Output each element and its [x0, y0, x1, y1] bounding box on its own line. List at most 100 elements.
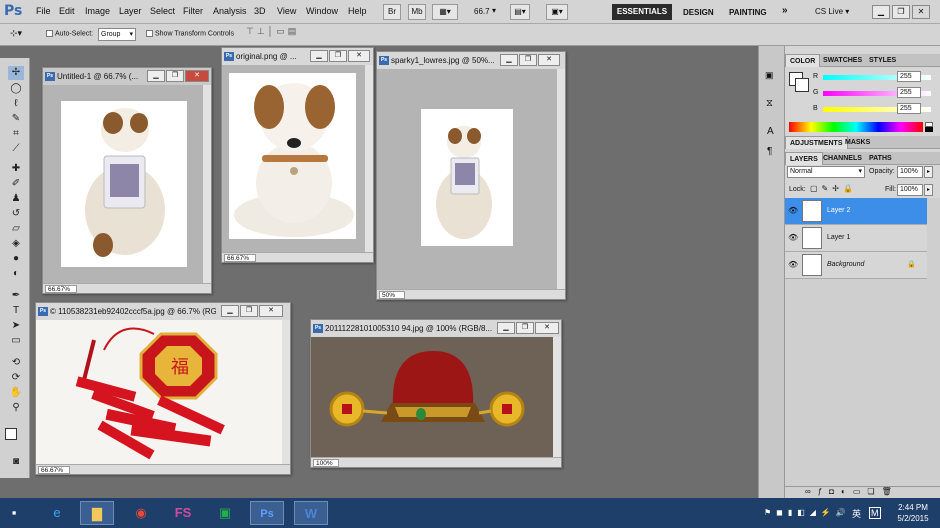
restore-icon[interactable]: ❐ [166, 70, 184, 82]
background-color-box[interactable] [795, 78, 809, 92]
marquee-tool-icon[interactable]: ◯ [8, 82, 24, 96]
canvas-area[interactable] [43, 85, 203, 283]
adjustment-icon[interactable]: ◐ [841, 487, 853, 496]
minimize-icon[interactable]: ▁ [147, 70, 165, 82]
restore-icon[interactable]: ❐ [519, 54, 537, 66]
eye-icon[interactable]: 👁 [788, 206, 798, 215]
menu-select[interactable]: Select [150, 6, 175, 16]
fx-icon[interactable]: ƒ [818, 487, 829, 496]
zoom-dropdown[interactable]: ▾ [492, 6, 496, 15]
tab-paths[interactable]: PATHS [865, 152, 896, 165]
zoom-field[interactable]: 66.67% [45, 285, 77, 293]
fill-slider-button[interactable]: ▸ [924, 184, 933, 196]
auto-select-option[interactable]: Auto-Select: [46, 30, 93, 37]
menu-view[interactable]: View [277, 6, 296, 16]
zoom-field[interactable]: 66.67% [224, 254, 256, 262]
document-titlebar[interactable]: Ps Untitled-1 @ 66.7% (... ▁ ❐ ✕ [43, 68, 211, 85]
close-icon[interactable]: ✕ [912, 5, 930, 19]
menu-help[interactable]: Help [348, 6, 367, 16]
canvas-image-dog-small[interactable] [377, 69, 559, 291]
document-titlebar[interactable]: Ps original.png @ ... ▁ ❐ ✕ [222, 48, 373, 65]
menu-analysis[interactable]: Analysis [213, 6, 247, 16]
blur-tool-icon[interactable]: ● [8, 252, 24, 266]
color-spectrum-bar[interactable] [789, 122, 923, 132]
minimize-icon[interactable]: ▁ [310, 50, 328, 62]
store-icon[interactable]: ▣ [208, 501, 242, 525]
paint-bucket-tool-icon[interactable]: ◈ [8, 237, 24, 251]
dodge-tool-icon[interactable]: ◐ [8, 267, 24, 281]
align-buttons[interactable]: ⊤⊥│▭▤ [246, 26, 326, 44]
document-titlebar[interactable]: Ps 20111228101005310 94.jpg @ 100% (RGB/… [311, 320, 561, 337]
tab-adjustments[interactable]: ADJUSTMENTS [785, 136, 848, 149]
document-window-firecrackers[interactable]: Ps © 110538231eb92402cccf5a.jpg @ 66.7% … [35, 302, 291, 475]
3d-orbit-tool-icon[interactable]: ⟳ [8, 371, 24, 385]
zoom-field[interactable]: 66.67% [38, 466, 70, 474]
document-titlebar[interactable]: Ps © 110538231eb92402cccf5a.jpg @ 66.7% … [36, 303, 290, 320]
document-window-sparky[interactable]: Ps sparky1_lowres.jpg @ 50%... ▁ ❐ ✕ 50% [376, 51, 566, 300]
show-transform-checkbox[interactable] [146, 30, 153, 37]
view-extras-button[interactable]: ▦▾ [432, 4, 458, 20]
opacity-field[interactable]: 100% [897, 166, 923, 178]
fs-icon[interactable]: FS [166, 501, 200, 525]
restore-icon[interactable]: ❐ [329, 50, 347, 62]
opacity-slider-button[interactable]: ▸ [924, 166, 933, 178]
minimize-icon[interactable]: ▁ [872, 5, 890, 19]
vertical-scrollbar[interactable] [203, 85, 211, 283]
file-explorer-icon[interactable]: ▇ [80, 501, 114, 525]
arrange-documents-button[interactable]: ▤▾ [510, 4, 530, 20]
mask-icon[interactable]: ◘ [829, 487, 841, 496]
menu-file[interactable]: File [36, 6, 51, 16]
blend-mode-dropdown[interactable]: Normal ▾ [787, 166, 865, 178]
canvas-area[interactable] [222, 65, 365, 252]
word-icon[interactable]: W [294, 501, 328, 525]
history-brush-tool-icon[interactable]: ↺ [8, 207, 24, 221]
workspace-design[interactable]: DESIGN [683, 8, 714, 17]
screen-mode-button[interactable]: ▣▾ [546, 4, 568, 20]
canvas-area[interactable]: 福 [36, 320, 282, 464]
more-workspaces-icon[interactable]: » [782, 5, 788, 16]
document-window-untitled-1[interactable]: Ps Untitled-1 @ 66.7% (... ▁ ❐ ✕ 66.67% [42, 67, 212, 294]
shape-tool-icon[interactable]: ▭ [8, 334, 24, 348]
minimize-icon[interactable]: ▁ [221, 305, 239, 317]
menu-edit[interactable]: Edit [59, 6, 75, 16]
taskbar-clock[interactable]: 2:44 PM 5/2/2015 [893, 502, 933, 524]
layer-row-layer-2[interactable]: 👁 Layer 2 [785, 198, 927, 225]
paragraph-panel-icon[interactable]: ¶ [767, 146, 772, 157]
red-value[interactable]: 255 [897, 71, 921, 82]
tab-layers[interactable]: LAYERS [785, 152, 823, 165]
quick-mask-icon[interactable]: ◙ [8, 455, 24, 469]
menu-window[interactable]: Window [306, 6, 338, 16]
language-indicator[interactable]: 英 [852, 507, 861, 520]
mini-bridge-button[interactable]: Mb [408, 4, 426, 20]
zoom-tool-icon[interactable]: ⚲ [8, 401, 24, 415]
vertical-scrollbar[interactable] [553, 337, 561, 457]
tab-swatches[interactable]: SWATCHES [819, 54, 866, 67]
fill-field[interactable]: 100% [897, 184, 923, 196]
canvas-image-dog[interactable] [222, 65, 367, 254]
black-swatch[interactable] [925, 127, 933, 132]
eye-icon[interactable]: 👁 [788, 233, 798, 242]
minimize-icon[interactable]: ▁ [500, 54, 518, 66]
link-icon[interactable]: ∞ [805, 487, 818, 496]
hand-tool-icon[interactable]: ✋ [8, 386, 24, 400]
vertical-scrollbar[interactable] [557, 69, 565, 289]
minimize-icon[interactable]: ▁ [497, 322, 515, 334]
move-tool-icon[interactable]: ✢ [8, 66, 24, 80]
close-icon[interactable]: ✕ [259, 305, 283, 317]
menu-filter[interactable]: Filter [183, 6, 203, 16]
canvas-image-firecrackers[interactable]: 福 [36, 320, 284, 466]
eye-icon[interactable]: 👁 [788, 260, 798, 269]
auto-select-checkbox[interactable] [46, 30, 53, 37]
chrome-icon[interactable]: ◉ [124, 501, 158, 525]
close-icon[interactable]: ✕ [538, 54, 560, 66]
pen-tool-icon[interactable]: ✒ [8, 289, 24, 303]
workspace-painting[interactable]: PAINTING [729, 8, 767, 17]
type-tool-icon[interactable]: T [8, 304, 24, 318]
layer-row-background[interactable]: 👁 Background 🔒 [785, 252, 927, 279]
workspace-essentials[interactable]: ESSENTIALS [612, 4, 672, 20]
foreground-color-swatch[interactable] [5, 428, 17, 440]
tray-icons[interactable]: ⚑◼▮◧◢⚡🔊 [764, 508, 851, 517]
canvas-image-official-hat[interactable] [311, 337, 555, 459]
tab-styles[interactable]: STYLES [865, 54, 900, 67]
close-icon[interactable]: ✕ [185, 70, 209, 82]
